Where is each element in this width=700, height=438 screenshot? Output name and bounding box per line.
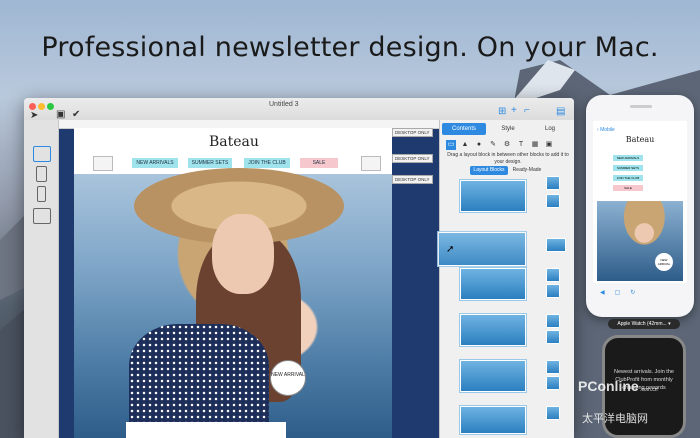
hero-image[interactable]: NEW ARRIVAL (74, 168, 392, 438)
nav-sale[interactable]: SALE (300, 158, 338, 168)
phone-nav-summer-sets[interactable]: SUMMER SETS (613, 165, 643, 171)
desktop-only-tag: DESKTOP ONLY (392, 154, 433, 163)
phone-screen[interactable]: ‹ Mobile Bateau NEW ARRIVALS SUMMER SETS… (593, 121, 687, 283)
shape-icon[interactable]: ▲ (460, 140, 470, 150)
watermark-domain: .com.cn (640, 387, 658, 393)
phone-back-label: Mobile (600, 127, 615, 133)
phone-brand: Bateau (625, 135, 655, 144)
table-icon[interactable]: ▦ (530, 140, 540, 150)
tablet-preview-button[interactable] (36, 166, 47, 182)
tab-style[interactable]: Style (486, 123, 530, 135)
layout-block-mini[interactable] (546, 268, 560, 282)
layout-block[interactable] (460, 360, 526, 392)
window-title: Untitled 3 (269, 101, 299, 108)
tab-contents[interactable]: Contents (442, 123, 486, 135)
layout-block[interactable] (460, 268, 526, 300)
layout-block-mini[interactable] (546, 238, 566, 252)
device-selector-label: Apple Watch (42mm... (617, 321, 667, 327)
desktop-only-tag: DESKTOP ONLY (392, 128, 433, 137)
text-icon[interactable]: T (516, 140, 526, 150)
layout-block[interactable] (460, 406, 526, 434)
phone-nav-new-arrivals[interactable]: NEW ARRIVALS (613, 155, 643, 161)
add-icon[interactable]: + (511, 105, 517, 116)
watermark-sub: 太平洋电脑网 (582, 413, 648, 425)
close-button[interactable] (29, 103, 36, 110)
cursor-icon: ➚ (446, 244, 455, 255)
phone-hero-image[interactable]: NEW ARRIVAL (597, 201, 683, 281)
email-preview-button[interactable] (33, 208, 51, 224)
layout-block[interactable] (460, 180, 526, 212)
sidebar-toggle-icon[interactable]: ▤ (556, 106, 565, 117)
new-arrival-badge: NEW ARRIVAL (270, 360, 306, 396)
device-icon[interactable]: ▣ (56, 109, 65, 120)
contents-panel: Contents Style Log ▭ ▲ ● ✎ ⚙ T ▦ ▣ Drag … (438, 120, 574, 438)
nav-summer-sets[interactable]: SUMMER SETS (188, 158, 232, 168)
phone-back-link[interactable]: ‹ Mobile (597, 127, 615, 133)
crop-icon[interactable]: ⌐ (524, 105, 530, 116)
device-selector[interactable]: Apple Watch (42mm... ▾ (608, 319, 680, 329)
layout-block-icon[interactable]: ▭ (446, 140, 456, 150)
phone-preview[interactable]: ‹ Mobile Bateau NEW ARRIVALS SUMMER SETS… (586, 95, 694, 317)
drag-hint: Drag a layout block in between other blo… (447, 152, 569, 165)
desktop-only-tag: DESKTOP ONLY (392, 175, 433, 184)
layout-block[interactable] (460, 314, 526, 346)
app-window: ➤ ▣ ✔ Untitled 3 ⊞ + ⌐ ▤ Bateau NEW ARRI… (24, 98, 574, 438)
phone-new-arrival-badge: NEW ARRIVAL (655, 253, 673, 271)
layout-block-mini[interactable] (546, 314, 560, 328)
image-icon[interactable]: ▣ (544, 140, 554, 150)
phone-nav-sale[interactable]: SALE (613, 185, 643, 191)
image-placeholder-icon[interactable] (361, 156, 381, 171)
layout-block-mini[interactable] (546, 194, 560, 208)
layout-block-mini[interactable] (546, 330, 560, 344)
layout-block-mini[interactable] (546, 176, 560, 190)
phone-speaker (630, 105, 652, 108)
layout-block-mini[interactable] (546, 284, 560, 298)
image-placeholder-icon[interactable] (93, 156, 113, 171)
layout-icon[interactable]: ⊞ (498, 106, 506, 117)
device-sidebar (24, 120, 59, 438)
layout-block-mini[interactable] (546, 376, 560, 390)
headline: Professional newsletter design. On your … (41, 32, 659, 63)
hero-figure-face (212, 214, 274, 294)
content-block[interactable] (126, 422, 286, 438)
subtab-layout-blocks[interactable]: Layout Blocks (470, 166, 508, 175)
hero-figure-dress (129, 324, 269, 438)
pen-icon[interactable]: ✎ (488, 140, 498, 150)
phone-toolbar[interactable]: ◀▢↻ (600, 289, 680, 296)
nav-join-the-club[interactable]: JOIN THE CLUB (244, 158, 290, 168)
layout-block-mini[interactable] (546, 406, 560, 420)
watermark-brand: PConline (578, 378, 639, 394)
desktop-preview-button[interactable] (33, 146, 51, 162)
phone-nav-join-the-club[interactable]: JOIN THE CLUB (613, 175, 643, 181)
tab-log[interactable]: Log (528, 123, 572, 135)
nav-new-arrivals[interactable]: NEW ARRIVALS (132, 158, 178, 168)
design-canvas[interactable]: Bateau NEW ARRIVALS SUMMER SETS JOIN THE… (59, 120, 439, 438)
title-bar: ➤ ▣ ✔ Untitled 3 ⊞ + ⌐ ▤ (24, 98, 574, 121)
minimize-button[interactable] (38, 103, 45, 110)
gear-icon[interactable]: ⚙ (502, 140, 512, 150)
brand-logo: Bateau (209, 134, 259, 150)
checkmark-icon[interactable]: ✔ (72, 109, 80, 120)
layout-block-mini[interactable] (546, 360, 560, 374)
circle-icon[interactable]: ● (474, 140, 484, 150)
phone-preview-button[interactable] (37, 186, 46, 202)
subtab-ready-made[interactable]: Ready-Made (508, 166, 546, 175)
zoom-button[interactable] (47, 103, 54, 110)
